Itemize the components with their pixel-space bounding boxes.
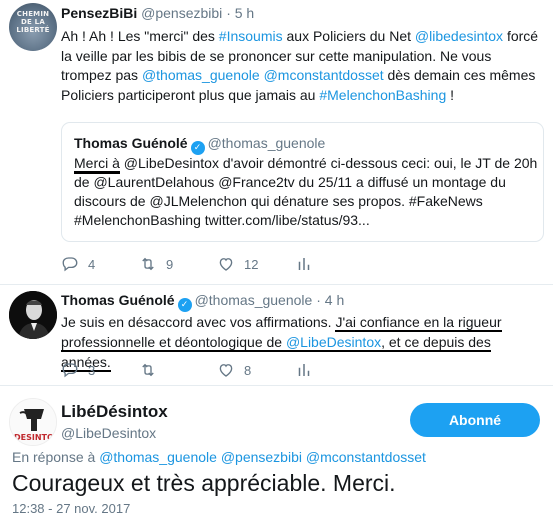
quoted-author-name: Thomas Guénolé — [74, 135, 188, 151]
quoted-text-rest: @LibeDesintox d'avoir démontré ci-dessou… — [74, 155, 538, 228]
mention-link[interactable]: @LibeDesintox — [286, 334, 381, 350]
reply-to-link[interactable]: @mconstantdosset — [306, 449, 426, 465]
mention-link[interactable]: @mconstantdosset — [264, 67, 384, 83]
avatar[interactable]: DESINTOX — [9, 398, 57, 446]
tweet-text: Ah ! Ah ! Les "merci" des #Insoumis aux … — [61, 27, 541, 105]
retweet-icon — [142, 257, 154, 271]
tweet-pensezbibi[interactable]: CHEMIN DE LA LIBERTÉ PensezBiBi @pensezb… — [0, 0, 553, 285]
reply-icon — [62, 257, 78, 272]
like-count: 12 — [244, 256, 259, 272]
like-icon — [219, 364, 233, 377]
reply-to-link[interactable]: @thomas_guenole — [99, 449, 217, 465]
avatar-text: CHEMIN DE LA LIBERTÉ — [16, 10, 50, 34]
author-handle[interactable]: @LibeDesintox — [61, 425, 156, 441]
retweet-count: 9 — [166, 256, 174, 272]
avatar[interactable]: CHEMIN DE LA LIBERTÉ — [9, 3, 57, 51]
mention-link[interactable]: @libedesintox — [415, 28, 503, 44]
separator: · — [316, 292, 321, 308]
following-button[interactable]: Abonné — [410, 403, 540, 437]
like-count: 8 — [244, 362, 252, 378]
mention-link[interactable]: @thomas_guenole — [142, 67, 260, 83]
reply-prefix: En réponse à — [12, 449, 96, 465]
reply-count: 3 — [88, 362, 96, 378]
stats-icon — [298, 364, 310, 376]
verified-icon: ✓ — [190, 141, 205, 155]
reply-to-link[interactable]: @pensezbibi — [221, 449, 302, 465]
quoted-tweet[interactable]: Thomas Guénolé ✓ @thomas_guenole Merci à @… — [61, 122, 544, 242]
quoted-header: Thomas Guénolé ✓ @thomas_guenole — [74, 135, 325, 155]
quoted-author-handle: @thomas_guenole — [207, 135, 326, 151]
retweet-icon — [142, 363, 154, 377]
stats-icon — [298, 258, 310, 270]
tweet-header: Thomas Guénolé ✓ @thomas_guenole · 4 h — [61, 292, 344, 312]
retweet-button[interactable] — [139, 361, 166, 379]
tweet-text-segment: Ah ! Ah ! Les "merci" des — [61, 28, 219, 44]
separator: · — [226, 5, 231, 21]
like-button[interactable]: 12 — [217, 255, 258, 273]
underlined-text: Merci à — [74, 155, 120, 174]
tweet-text-segment: aux Policiers du Net — [282, 28, 415, 44]
verified-icon: ✓ — [177, 298, 192, 312]
like-button[interactable]: 8 — [217, 361, 251, 379]
tweet-time[interactable]: 4 h — [325, 292, 344, 308]
tweet-header: PensezBiBi @pensezbibi · 5 h — [61, 5, 254, 21]
tweet-text-part: professionnelle et déontologique de — [61, 334, 286, 350]
tweet-text-segment: ! — [446, 86, 455, 103]
avatar-logo: DESINTOX — [10, 399, 57, 445]
reply-context: En réponse à @thomas_guenole @pensezbibi… — [12, 449, 426, 465]
hashtag-link[interactable]: #MelenchonBashing — [319, 87, 446, 103]
avatar[interactable] — [9, 291, 57, 339]
avatar-logo-text: DESINTOX — [14, 433, 57, 442]
author-name[interactable]: Thomas Guénolé — [61, 292, 175, 308]
reply-icon — [62, 363, 78, 378]
stats-button[interactable] — [295, 255, 313, 273]
reply-button[interactable]: 4 — [61, 255, 95, 273]
avatar-image — [9, 291, 57, 339]
tweet-actions: 4 9 12 — [61, 255, 361, 275]
hashtag-link[interactable]: #Insoumis — [219, 28, 283, 44]
like-icon — [219, 258, 233, 271]
quoted-text: Merci à @LibeDesintox d'avoir démontré c… — [74, 154, 539, 230]
author-handle[interactable]: @thomas_guenole — [195, 292, 313, 308]
author-name[interactable]: PensezBiBi — [61, 5, 137, 21]
tweet-timestamp[interactable]: 12:38 - 27 nov. 2017 — [12, 501, 130, 516]
reply-button[interactable]: 3 — [61, 361, 95, 379]
retweet-button[interactable]: 9 — [139, 255, 173, 273]
author-name[interactable]: LibéDésintox — [61, 402, 168, 422]
tweet-time[interactable]: 5 h — [235, 5, 254, 21]
main-tweet[interactable]: DESINTOX LibéDésintox @LibeDesintox Abon… — [0, 386, 553, 522]
reply-count: 4 — [88, 256, 96, 272]
author-handle[interactable]: @pensezbibi — [141, 5, 222, 21]
underlined-text: J'ai confiance en la rigueur — [335, 314, 502, 332]
tweet-text: Courageux et très appréciable. Merci. — [12, 470, 396, 496]
tweet-text-plain: Je suis en désaccord avec vos affirmatio… — [61, 314, 336, 330]
tweet-thomas-guenole[interactable]: Thomas Guénolé ✓ @thomas_guenole · 4 h Je … — [0, 285, 553, 386]
tweet-actions: 3 8 — [61, 361, 361, 381]
stats-button[interactable] — [295, 361, 313, 379]
